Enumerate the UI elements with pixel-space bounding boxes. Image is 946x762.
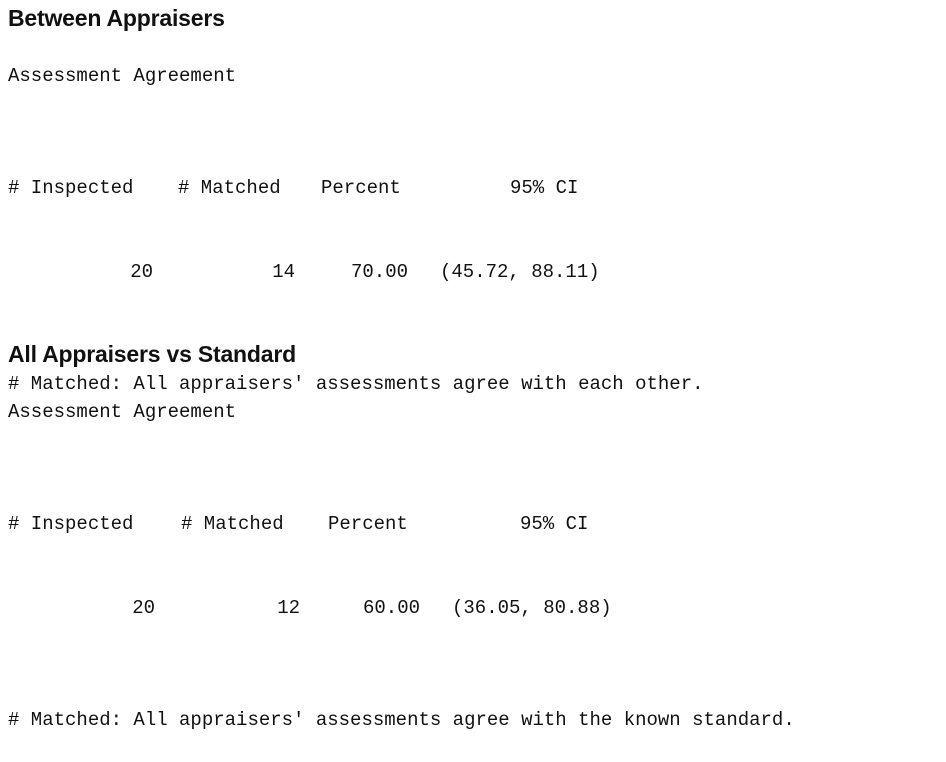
header-ci: 95% CI [520,513,589,535]
value-ci: (36.05, 80.88) [452,597,612,619]
header-matched: # Matched [181,513,284,535]
footnote: # Matched: All appraisers' assessments a… [8,709,795,731]
appraisers-vs-standard-section: All Appraisers vs Standard Assessment Ag… [8,336,938,734]
value-matched: 14 [272,261,295,283]
section-title: All Appraisers vs Standard [8,341,296,367]
header-inspected: # Inspected [8,513,134,535]
value-percent: 70.00 [350,261,408,283]
section-title: Between Appraisers [8,5,225,31]
table-row: 20 12 60.00 (36.05, 80.88) [8,594,938,622]
header-percent: Percent [328,513,408,535]
table-header-row: # Inspected # Matched Percent 95% CI [8,174,938,202]
header-ci: 95% CI [510,177,579,199]
agreement-table: # Inspected # Matched Percent 95% CI 20 … [8,118,938,342]
value-inspected: 20 [132,597,155,619]
header-percent: Percent [321,177,401,199]
value-ci: (45.72, 88.11) [440,261,600,283]
section-subtitle: Assessment Agreement [8,65,237,87]
table-row: 20 14 70.00 (45.72, 88.11) [8,258,938,286]
value-percent: 60.00 [362,597,420,619]
header-inspected: # Inspected [8,177,134,199]
value-inspected: 20 [130,261,153,283]
agreement-table: # Inspected # Matched Percent 95% CI 20 … [8,454,938,678]
section-subtitle: Assessment Agreement [8,401,237,423]
header-matched: # Matched [178,177,281,199]
table-header-row: # Inspected # Matched Percent 95% CI [8,510,938,538]
value-matched: 12 [277,597,300,619]
